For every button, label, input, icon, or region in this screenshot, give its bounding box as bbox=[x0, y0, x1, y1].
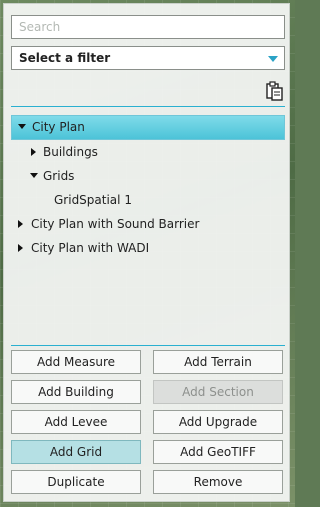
add-upgrade-button[interactable]: Add Upgrade bbox=[153, 410, 283, 434]
add-building-button[interactable]: Add Building bbox=[11, 380, 141, 404]
clipboard-icon[interactable] bbox=[266, 81, 284, 101]
tree-item-label: Buildings bbox=[43, 145, 98, 159]
add-grid-button[interactable]: Add Grid bbox=[11, 440, 141, 464]
tree-item-buildings[interactable]: Buildings bbox=[11, 140, 285, 164]
collapse-arrow-icon[interactable] bbox=[18, 220, 23, 228]
duplicate-button[interactable]: Duplicate bbox=[11, 470, 141, 494]
tree-item-grids[interactable]: Grids bbox=[11, 164, 285, 188]
tree-item-label: GridSpatial 1 bbox=[54, 193, 132, 207]
tree-item-label: Grids bbox=[43, 169, 75, 183]
add-geotiff-button[interactable]: Add GeoTIFF bbox=[153, 440, 283, 464]
filter-dropdown[interactable]: Select a filter bbox=[11, 46, 285, 70]
collapse-arrow-icon[interactable] bbox=[18, 244, 23, 252]
expand-arrow-icon[interactable] bbox=[18, 124, 26, 129]
tree-item-city-plan-sound-barrier[interactable]: City Plan with Sound Barrier bbox=[11, 212, 285, 236]
add-levee-button[interactable]: Add Levee bbox=[11, 410, 141, 434]
tree-item-gridspatial[interactable]: GridSpatial 1 bbox=[11, 188, 285, 212]
tree-item-label: City Plan bbox=[32, 120, 85, 134]
expand-arrow-icon[interactable] bbox=[30, 173, 38, 178]
tree-item-city-plan-wadi[interactable]: City Plan with WADI bbox=[11, 236, 285, 260]
divider bbox=[11, 345, 285, 346]
project-panel: Select a filter City Plan Buildings Grid… bbox=[3, 3, 290, 502]
tree-item-label: City Plan with Sound Barrier bbox=[31, 217, 200, 231]
remove-button[interactable]: Remove bbox=[153, 470, 283, 494]
tree-item-label: City Plan with WADI bbox=[31, 241, 150, 255]
add-measure-button[interactable]: Add Measure bbox=[11, 350, 141, 374]
filter-selected-label: Select a filter bbox=[19, 51, 111, 65]
project-tree: City Plan Buildings Grids GridSpatial 1 … bbox=[11, 115, 285, 260]
divider bbox=[11, 106, 285, 107]
add-terrain-button[interactable]: Add Terrain bbox=[153, 350, 283, 374]
chevron-down-icon bbox=[268, 56, 278, 62]
search-input[interactable] bbox=[11, 15, 285, 39]
tree-item-city-plan[interactable]: City Plan bbox=[11, 115, 285, 140]
collapse-arrow-icon[interactable] bbox=[31, 148, 36, 156]
add-section-button[interactable]: Add Section bbox=[153, 380, 283, 404]
